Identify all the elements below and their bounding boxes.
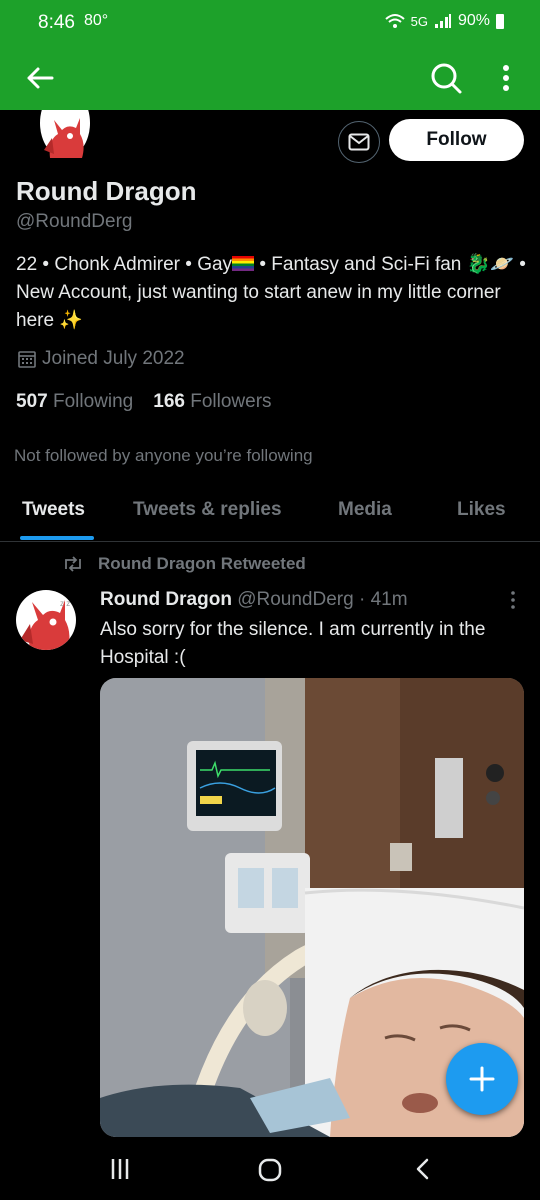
retweet-label: Round Dragon Retweeted (98, 554, 306, 573)
tab-likes[interactable]: Likes (457, 490, 506, 542)
tweet-header: Round Dragon @RoundDerg · 41m (100, 589, 408, 611)
battery-percent: 90% (457, 12, 490, 29)
joined-date: Joined July 2022 (18, 348, 185, 370)
mail-icon (348, 133, 370, 151)
back-nav-icon[interactable] (412, 1157, 434, 1181)
status-temperature: 80° (84, 12, 109, 29)
battery-icon (496, 13, 504, 29)
active-tab-indicator (20, 536, 94, 540)
signal-icon (434, 14, 451, 28)
calendar-icon (18, 351, 36, 368)
followers-link[interactable]: 166 Followers (153, 391, 271, 413)
followers-label: Followers (190, 391, 272, 412)
retweet-indicator: Round Dragon Retweeted (62, 554, 306, 574)
app-bar (0, 46, 540, 110)
network-type: 5G (410, 13, 428, 29)
follow-counts: 507 Following 166 Followers (16, 391, 272, 413)
tab-tweets[interactable]: Tweets (22, 490, 85, 542)
profile-display-name: Round Dragon (16, 176, 197, 206)
system-nav-bar (0, 1137, 540, 1200)
message-button[interactable] (338, 121, 380, 163)
tweet-avatar[interactable]: z z (16, 590, 76, 650)
tweet-more-icon[interactable] (508, 590, 518, 610)
bio-text: 22 • Chonk Admirer • Gay (16, 254, 233, 275)
tweet-author-name[interactable]: Round Dragon (100, 589, 232, 610)
bio-text: • Fantasy and Sci-Fi fan (254, 254, 467, 275)
following-count: 507 (16, 391, 48, 412)
arrow-left-icon[interactable] (22, 60, 58, 96)
profile-avatar[interactable] (40, 110, 90, 158)
following-link[interactable]: 507 Following (16, 391, 133, 413)
profile-handle: @RoundDerg (16, 211, 133, 232)
svg-text:z z: z z (60, 599, 70, 608)
tweet-text: Also sorry for the silence. I am current… (100, 619, 486, 668)
wifi-icon (384, 14, 405, 28)
tweet-time: · 41m (353, 589, 408, 610)
followers-count: 166 (153, 391, 185, 412)
mutuals-notice: Not followed by anyone you’re following (14, 446, 313, 465)
rainbow-flag-icon (232, 256, 255, 271)
profile-tabs: Tweets Tweets & replies Media Likes (0, 490, 540, 542)
tab-tweets-replies[interactable]: Tweets & replies (133, 490, 282, 542)
status-indicators: 5G 90% (384, 12, 504, 30)
more-vertical-icon[interactable] (494, 58, 518, 98)
home-icon[interactable] (257, 1157, 283, 1183)
bio-emoji: 🐉🪐 (466, 254, 514, 275)
status-time: 8:46 (38, 12, 75, 33)
tab-media[interactable]: Media (338, 490, 392, 542)
plus-icon (469, 1066, 495, 1092)
retweet-icon (65, 556, 81, 572)
joined-text: Joined July 2022 (42, 348, 185, 369)
status-bar: 8:46 80° 5G 90% (0, 0, 540, 46)
profile-bio: 22 • Chonk Admirer • Gay • Fantasy and S… (16, 251, 526, 335)
sparkles-icon: ✨ (59, 310, 83, 331)
tweet-author-handle[interactable]: @RoundDerg (237, 589, 353, 610)
search-icon[interactable] (426, 58, 466, 98)
recent-apps-icon[interactable] (108, 1157, 132, 1181)
following-label: Following (52, 391, 134, 412)
follow-button[interactable]: Follow (389, 119, 524, 161)
compose-tweet-button[interactable] (446, 1043, 518, 1115)
